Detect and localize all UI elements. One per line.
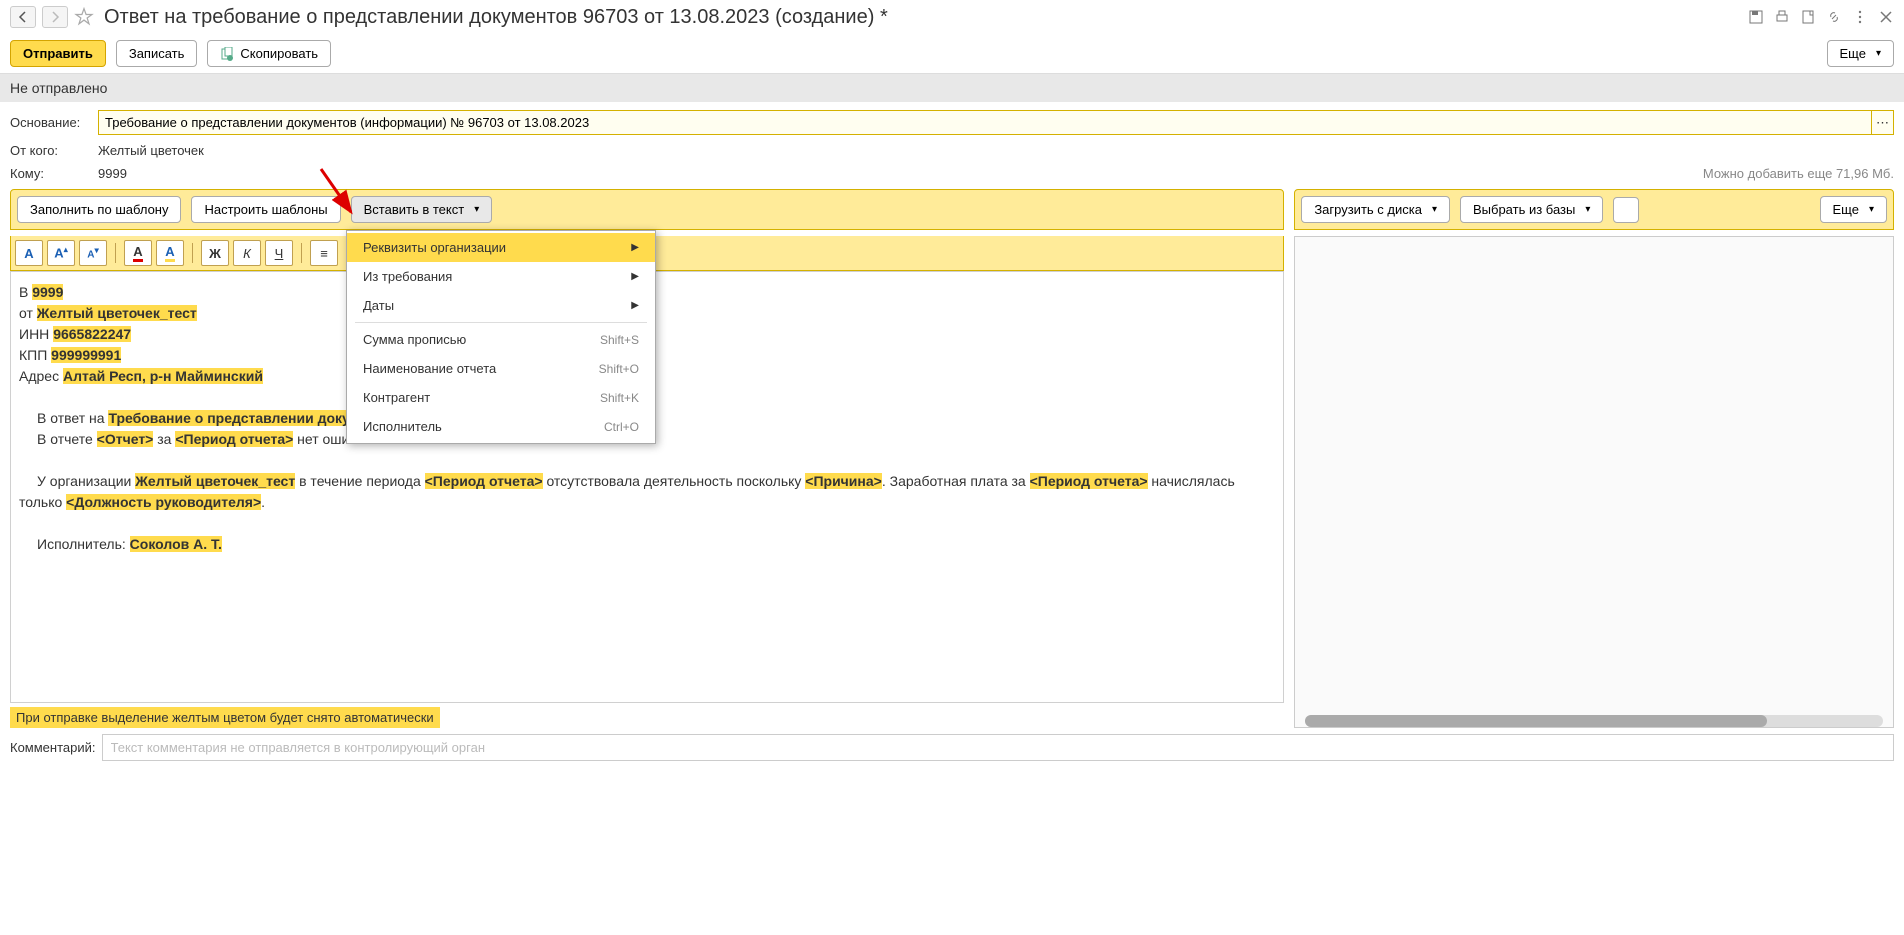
fill-template-button[interactable]: Заполнить по шаблону — [17, 196, 181, 223]
configure-templates-button[interactable]: Настроить шаблоны — [191, 196, 340, 223]
action-bar: Отправить Записать Скопировать Еще — [0, 34, 1904, 74]
chevron-right-icon: ▶ — [631, 300, 639, 311]
bold-button[interactable]: Ж — [201, 240, 229, 266]
editor-toolbar: Заполнить по шаблону Настроить шаблоны В… — [10, 189, 1284, 230]
to-label: Кому: — [10, 166, 98, 181]
comment-row: Комментарий: — [0, 728, 1904, 767]
right-pane: Загрузить с диска Выбрать из базы Еще — [1294, 189, 1894, 728]
more-button-top[interactable]: Еще — [1827, 40, 1894, 67]
insert-dropdown-menu: Реквизиты организации▶ Из требования▶ Да… — [346, 230, 656, 444]
to-value: 9999 — [98, 166, 127, 181]
select-from-db-button[interactable]: Выбрать из базы — [1460, 196, 1603, 223]
font-color-button[interactable]: A — [124, 240, 152, 266]
nav-back-button[interactable] — [10, 6, 36, 28]
edit-attachment-button[interactable] — [1613, 197, 1639, 223]
page-title: Ответ на требование о представлении доку… — [100, 6, 1742, 29]
status-bar: Не отправлено — [0, 74, 1904, 102]
from-value: Желтый цветочек — [98, 143, 204, 158]
attachments-toolbar: Загрузить с диска Выбрать из базы Еще — [1294, 189, 1894, 230]
font-increase-button[interactable]: A▴ — [47, 240, 75, 266]
menu-item-counterparty[interactable]: КонтрагентShift+K — [347, 383, 655, 412]
scrollbar-horizontal[interactable] — [1305, 715, 1883, 727]
copy-icon — [220, 47, 234, 61]
header-right-icons — [1748, 9, 1894, 25]
addable-hint: Можно добавить еще 71,96 Мб. — [1703, 166, 1894, 181]
attachments-list[interactable] — [1294, 236, 1894, 728]
more-button-attachments[interactable]: Еще — [1820, 196, 1887, 223]
print-icon[interactable] — [1774, 9, 1790, 25]
menu-item-report-name[interactable]: Наименование отчетаShift+O — [347, 354, 655, 383]
font-decrease-button[interactable]: A▾ — [79, 240, 107, 266]
link-icon[interactable] — [1826, 9, 1842, 25]
menu-item-dates[interactable]: Даты▶ — [347, 291, 655, 320]
menu-item-org-details[interactable]: Реквизиты организации▶ — [347, 233, 655, 262]
from-label: От кого: — [10, 143, 98, 158]
menu-item-from-requirement[interactable]: Из требования▶ — [347, 262, 655, 291]
nav-forward-button[interactable] — [42, 6, 68, 28]
load-from-disk-button[interactable]: Загрузить с диска — [1301, 196, 1450, 223]
basis-input[interactable] — [99, 111, 1871, 134]
basis-select-button[interactable]: ⋯ — [1871, 111, 1893, 134]
basis-label: Основание: — [10, 115, 98, 130]
notice-bar: При отправке выделение желтым цветом буд… — [10, 707, 440, 728]
list-button[interactable]: ≡ — [310, 240, 338, 266]
chevron-right-icon: ▶ — [631, 242, 639, 253]
comment-input[interactable] — [102, 734, 1895, 761]
basis-input-wrap: ⋯ — [98, 110, 1894, 135]
favorite-star-icon[interactable] — [74, 7, 94, 27]
underline-button[interactable]: Ч — [265, 240, 293, 266]
scrollbar-thumb[interactable] — [1305, 715, 1767, 727]
copy-button[interactable]: Скопировать — [207, 40, 331, 67]
title-bar: Ответ на требование о представлении доку… — [0, 0, 1904, 34]
chevron-right-icon: ▶ — [631, 271, 639, 282]
highlight-color-button[interactable]: A — [156, 240, 184, 266]
menu-separator — [355, 322, 647, 323]
arrow-right-icon — [49, 11, 61, 23]
font-size-button[interactable]: A — [15, 240, 43, 266]
send-button[interactable]: Отправить — [10, 40, 106, 67]
more-vertical-icon[interactable] — [1852, 9, 1868, 25]
save-icon[interactable] — [1748, 9, 1764, 25]
arrow-left-icon — [17, 11, 29, 23]
fields-area: Основание: ⋯ От кого: Желтый цветочек Ко… — [0, 102, 1904, 189]
comment-label: Комментарий: — [10, 740, 96, 755]
menu-item-sum-words[interactable]: Сумма прописьюShift+S — [347, 325, 655, 354]
close-icon[interactable] — [1878, 9, 1894, 25]
italic-button[interactable]: К — [233, 240, 261, 266]
insert-into-text-button[interactable]: Вставить в текст — [351, 196, 493, 223]
main-split: Заполнить по шаблону Настроить шаблоны В… — [0, 189, 1904, 728]
document-icon[interactable] — [1800, 9, 1816, 25]
menu-item-executor[interactable]: ИсполнительCtrl+O — [347, 412, 655, 441]
save-button[interactable]: Записать — [116, 40, 198, 67]
